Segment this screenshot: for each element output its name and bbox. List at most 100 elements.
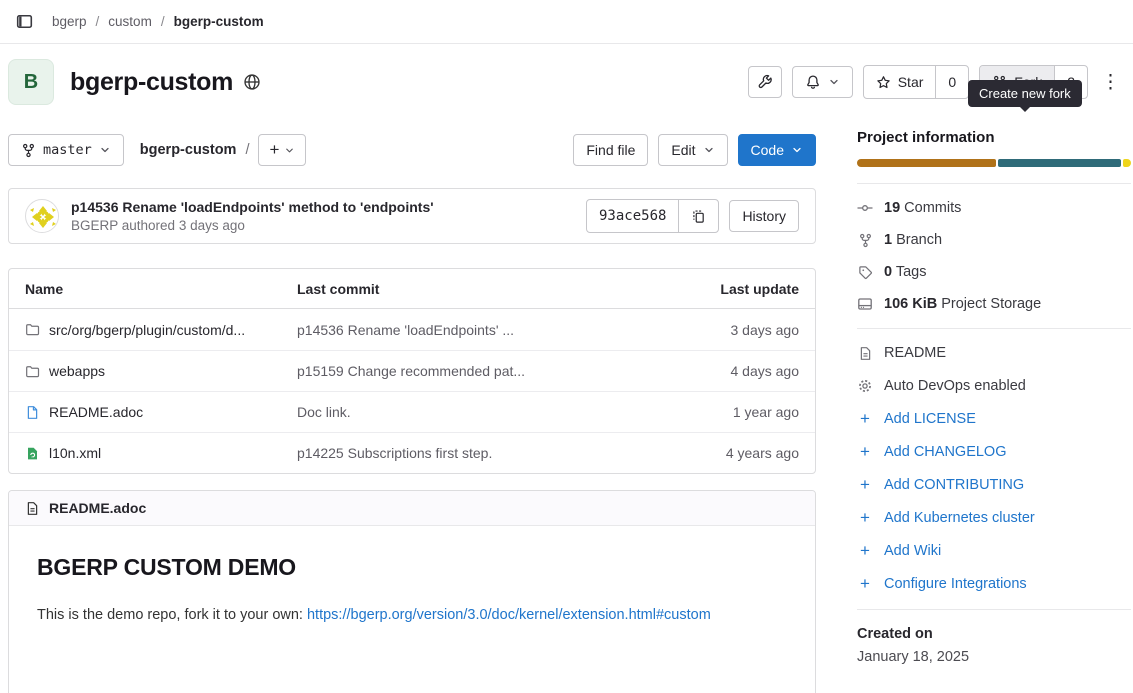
plus-icon: + [857, 511, 873, 525]
project-info-sidebar: Project information 19 Commits [857, 119, 1131, 665]
readme-body: BGERP CUSTOM DEMO This is the demo repo,… [9, 526, 815, 651]
breadcrumb: bgerp / custom / bgerp-custom [52, 14, 264, 29]
file-tree-table: Name Last commit Last update src/org/bge… [8, 268, 816, 474]
plus-icon: + [857, 412, 873, 426]
plus-icon: + [857, 544, 873, 558]
bell-icon [805, 74, 821, 90]
commit-sha: 93ace568 [587, 200, 678, 232]
file-link[interactable]: README.adoc [25, 404, 297, 420]
breadcrumb-separator: / [161, 14, 165, 29]
column-header-name: Name [25, 281, 297, 297]
plus-icon: + [857, 445, 873, 459]
sidebar-toggle-button[interactable] [10, 8, 38, 36]
repo-path[interactable]: bgerp-custom [140, 142, 237, 158]
readme-paragraph: This is the demo repo, fork it to your o… [37, 607, 787, 623]
row-commit-link[interactable]: p14225 Subscriptions first step. [297, 445, 669, 461]
globe-icon [243, 73, 261, 91]
divider [857, 609, 1131, 610]
breadcrumb-item-group[interactable]: bgerp [52, 14, 87, 29]
readme-card-header[interactable]: README.adoc [9, 491, 815, 526]
tree-toolbar: master bgerp-custom / + Find file Edit [8, 134, 816, 166]
plus-icon: + [269, 143, 279, 157]
sidebar-link-add-license[interactable]: + Add LICENSE [857, 411, 1131, 427]
commit-meta: BGERP authored 3 days ago [71, 218, 434, 233]
breadcrumb-item-current[interactable]: bgerp-custom [174, 14, 264, 29]
branch-selector[interactable]: master [8, 134, 124, 166]
column-header-last-commit: Last commit [297, 281, 669, 297]
file-link[interactable]: src/org/bgerp/plugin/custom/d... [25, 322, 297, 338]
sidebar-item-auto-devops[interactable]: Auto DevOps enabled [857, 378, 1131, 394]
branch-icon [857, 233, 873, 248]
chevron-down-icon [828, 76, 840, 88]
tags-stat[interactable]: 0 Tags [857, 264, 1131, 280]
created-on-value: January 18, 2025 [857, 649, 1131, 665]
sidebar-toggle-icon [16, 13, 33, 30]
commit-icon [857, 200, 873, 216]
divider [857, 328, 1131, 329]
table-row[interactable]: README.adoc Doc link. 1 year ago [9, 391, 815, 432]
code-button[interactable]: Code [738, 134, 816, 166]
top-bar: bgerp / custom / bgerp-custom [0, 0, 1133, 44]
page-title: bgerp-custom [70, 68, 233, 97]
language-segment [1123, 159, 1131, 167]
wrench-icon [757, 74, 773, 90]
project-header: B bgerp-custom [0, 44, 1133, 119]
history-button[interactable]: History [729, 200, 799, 232]
row-commit-link[interactable]: Doc link. [297, 404, 669, 420]
commits-stat[interactable]: 19 Commits [857, 200, 1131, 216]
language-bar[interactable] [857, 159, 1131, 167]
disk-icon [857, 296, 873, 312]
divider [857, 183, 1131, 184]
gear-icon [857, 378, 873, 394]
create-fork-tooltip: Create new fork [968, 80, 1082, 107]
language-segment [857, 159, 996, 167]
plus-icon: + [857, 577, 873, 591]
plus-icon: + [857, 478, 873, 492]
star-label: Star [898, 74, 924, 90]
breadcrumb-item-subgroup[interactable]: custom [108, 14, 152, 29]
chevron-down-icon [99, 144, 111, 156]
commit-author-avatar[interactable] [25, 199, 59, 233]
readme-link[interactable]: https://bgerp.org/version/3.0/doc/kernel… [307, 607, 711, 623]
row-last-update: 4 days ago [669, 363, 799, 379]
row-last-update: 4 years ago [669, 445, 799, 461]
branches-stat[interactable]: 1 Branch [857, 232, 1131, 248]
file-link[interactable]: webapps [25, 363, 297, 379]
doc-icon [25, 405, 40, 420]
sidebar-link-add-wiki[interactable]: + Add Wiki [857, 543, 1131, 559]
chevron-down-icon [703, 144, 715, 156]
repo-main-column: master bgerp-custom / + Find file Edit [8, 119, 816, 693]
star-count[interactable]: 0 [935, 66, 968, 98]
storage-stat[interactable]: 106 KiB Project Storage [857, 296, 1131, 312]
notifications-button[interactable] [792, 66, 853, 98]
find-file-button[interactable]: Find file [573, 134, 648, 166]
file-link[interactable]: l10n.xml [25, 445, 297, 461]
commit-message[interactable]: p14536 Rename 'loadEndpoints' method to … [71, 199, 434, 215]
xml-file-icon [25, 446, 40, 461]
sidebar-link-add-contributing[interactable]: + Add CONTRIBUTING [857, 477, 1131, 493]
star-button-group: Star 0 [863, 65, 969, 99]
more-actions-button[interactable]: ⋮ [1098, 73, 1123, 92]
table-row[interactable]: webapps p15159 Change recommended pat...… [9, 350, 815, 391]
admin-wrench-button[interactable] [748, 66, 782, 98]
readme-filename: README.adoc [49, 500, 146, 516]
edit-label: Edit [671, 142, 695, 158]
row-last-update: 3 days ago [669, 322, 799, 338]
sidebar-link-configure-integrations[interactable]: + Configure Integrations [857, 576, 1131, 592]
table-row[interactable]: l10n.xml p14225 Subscriptions first step… [9, 432, 815, 473]
project-info-title: Project information [857, 129, 1131, 146]
sidebar-link-add-kubernetes[interactable]: + Add Kubernetes cluster [857, 510, 1131, 526]
table-row[interactable]: src/org/bgerp/plugin/custom/d... p14536 … [9, 309, 815, 350]
readme-heading: BGERP CUSTOM DEMO [37, 554, 787, 581]
star-button[interactable]: Star [864, 66, 936, 98]
add-file-button[interactable]: + [258, 134, 306, 166]
file-table-header: Name Last commit Last update [9, 269, 815, 309]
sidebar-link-add-changelog[interactable]: + Add CHANGELOG [857, 444, 1131, 460]
edit-button[interactable]: Edit [658, 134, 727, 166]
row-commit-link[interactable]: p15159 Change recommended pat... [297, 363, 669, 379]
sidebar-item-readme[interactable]: README [857, 345, 1131, 361]
row-commit-link[interactable]: p14536 Rename 'loadEndpoints' ... [297, 322, 669, 338]
readme-card: README.adoc BGERP CUSTOM DEMO This is th… [8, 490, 816, 693]
chevron-down-icon [284, 145, 295, 156]
copy-sha-button[interactable] [678, 200, 718, 232]
